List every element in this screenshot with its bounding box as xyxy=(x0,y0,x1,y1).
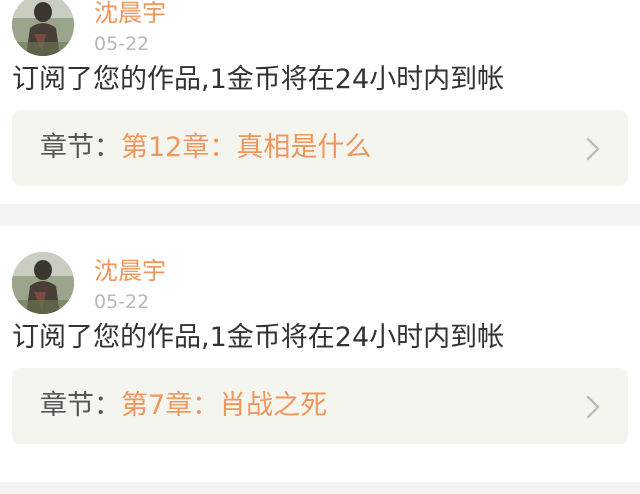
chevron-right-icon xyxy=(584,136,602,162)
chapter-title: 第12章：真相是什么 xyxy=(121,132,372,163)
chevron-right-icon xyxy=(584,394,602,420)
avatar[interactable] xyxy=(12,0,74,56)
notification-message: 订阅了您的作品,1金币将在24小时内到帐 xyxy=(12,64,505,95)
username[interactable]: 沈晨宇 xyxy=(94,256,166,286)
chapter-label: 章节：第7章：肖战之死 xyxy=(40,387,327,425)
timestamp: 05-22 xyxy=(94,291,150,313)
chapter-link[interactable]: 章节：第7章：肖战之死 xyxy=(12,368,628,444)
notification-card: 沈晨宇 05-22 订阅了您的作品,1金币将在24小时内到帐 章节：第12章：真… xyxy=(0,0,640,204)
notification-card: 沈晨宇 05-22 订阅了您的作品,1金币将在24小时内到帐 章节：第7章：肖战… xyxy=(0,226,640,482)
timestamp: 05-22 xyxy=(94,33,150,55)
avatar[interactable] xyxy=(12,252,74,314)
notification-feed: 沈晨宇 05-22 订阅了您的作品,1金币将在24小时内到帐 章节：第12章：真… xyxy=(0,0,640,494)
chapter-link[interactable]: 章节：第12章：真相是什么 xyxy=(12,110,628,186)
chapter-prefix-label: 章节： xyxy=(40,390,121,421)
chapter-prefix-label: 章节： xyxy=(40,132,121,163)
avatar-photo-icon xyxy=(12,252,74,314)
username[interactable]: 沈晨宇 xyxy=(94,0,166,28)
avatar-photo-icon xyxy=(12,0,74,56)
notification-message: 订阅了您的作品,1金币将在24小时内到帐 xyxy=(12,322,505,353)
chapter-label: 章节：第12章：真相是什么 xyxy=(40,129,371,167)
chapter-title: 第7章：肖战之死 xyxy=(121,390,328,421)
